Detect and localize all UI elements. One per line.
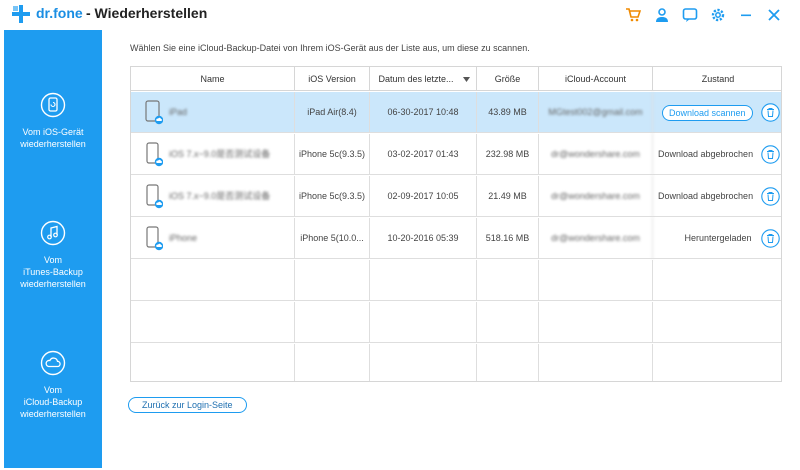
size-cell: 43.89 MB bbox=[477, 92, 539, 133]
cloud-icon bbox=[40, 350, 66, 376]
sidebar-item-label: Vom bbox=[43, 255, 62, 265]
device-name: iPad bbox=[169, 107, 188, 117]
feedback-icon[interactable] bbox=[679, 4, 701, 26]
status-text: Download abgebrochen bbox=[658, 191, 754, 201]
minimize-icon[interactable] bbox=[735, 4, 757, 26]
column-header-ios-version[interactable]: iOS Version bbox=[295, 67, 370, 91]
size-cell: 518.16 MB bbox=[477, 218, 539, 259]
sidebar-item-label: Vom bbox=[43, 385, 62, 395]
trash-icon[interactable] bbox=[761, 229, 780, 248]
backup-table: Name iOS Version Datum des letzte... Grö… bbox=[130, 66, 782, 382]
name-cell: iOS 7.x~9.0是否测试设备 bbox=[131, 176, 295, 217]
device-name: iOS 7.x~9.0是否测试设备 bbox=[169, 191, 271, 201]
account-cell: dr@wondershare.com bbox=[539, 218, 653, 259]
sort-descending-icon bbox=[463, 77, 470, 82]
iphone-device-icon bbox=[146, 226, 163, 251]
date-cell: 02-09-2017 10:05 bbox=[370, 176, 477, 217]
table-row[interactable]: iOS 7.x~9.0是否测试设备 iPhone 5c(9.3.5) 03-02… bbox=[131, 134, 781, 175]
name-cell: iPhone bbox=[131, 218, 295, 259]
ipad-device-icon bbox=[145, 100, 163, 125]
table-header: Name iOS Version Datum des letzte... Grö… bbox=[131, 67, 781, 91]
column-header-date[interactable]: Datum des letzte... bbox=[370, 67, 477, 91]
status-cell: Download abgebrochen bbox=[653, 134, 781, 175]
column-header-date-label: Datum des letzte... bbox=[378, 74, 454, 84]
empty-table-row bbox=[131, 344, 781, 381]
instruction-text: Wählen Sie eine iCloud-Backup-Datei von … bbox=[130, 43, 530, 53]
trash-icon[interactable] bbox=[761, 187, 780, 206]
table-row[interactable]: iPhone iPhone 5(10.0... 10-20-2016 05:39… bbox=[131, 218, 781, 259]
phone-restore-icon bbox=[40, 92, 66, 118]
sidebar-item-ios-device[interactable]: Vom iOS-Gerät wiederherstellen bbox=[4, 92, 102, 150]
sidebar-item-icloud-backup[interactable]: Vom iCloud-Backup wiederherstellen bbox=[0, 336, 102, 456]
size-cell: 232.98 MB bbox=[477, 134, 539, 175]
status-text: Download abgebrochen bbox=[658, 149, 754, 159]
download-scan-button[interactable]: Download scannen bbox=[662, 104, 753, 121]
column-header-name[interactable]: Name bbox=[131, 67, 295, 91]
music-note-icon bbox=[40, 220, 66, 246]
account-cell: MGtest002@gmail.com bbox=[539, 92, 653, 133]
name-cell: iPad bbox=[131, 92, 295, 133]
table-row[interactable]: iOS 7.x~9.0是否测试设备 iPhone 5c(9.3.5) 02-09… bbox=[131, 176, 781, 217]
device-name: iOS 7.x~9.0是否测试设备 bbox=[169, 149, 271, 159]
back-to-login-button[interactable]: Zurück zur Login-Seite bbox=[128, 397, 247, 413]
device-name: iPhone bbox=[169, 233, 198, 243]
sidebar-item-label: Vom iOS-Gerät bbox=[22, 127, 84, 137]
account-cell: dr@wondershare.com bbox=[539, 176, 653, 217]
drfone-logo-icon bbox=[12, 5, 30, 23]
sidebar-item-label: iCloud-Backup bbox=[23, 397, 83, 407]
sidebar-item-label: wiederherstellen bbox=[20, 279, 86, 289]
iphone-device-icon bbox=[146, 142, 163, 167]
sidebar: Vom iOS-Gerät wiederherstellen Vom iTune… bbox=[0, 30, 102, 468]
ios-version-cell: iPad Air(8.4) bbox=[295, 92, 370, 133]
title-bar: dr.fone - Wiederherstellen bbox=[0, 0, 800, 28]
user-icon[interactable] bbox=[651, 4, 673, 26]
status-cell: Download abgebrochen bbox=[653, 176, 781, 217]
ios-version-cell: iPhone 5c(9.3.5) bbox=[295, 176, 370, 217]
sidebar-item-label: wiederherstellen bbox=[20, 139, 86, 149]
table-row[interactable]: iPad iPad Air(8.4) 06-30-2017 10:48 43.8… bbox=[131, 92, 781, 133]
status-cell: Download scannen bbox=[653, 92, 781, 133]
empty-table-row bbox=[131, 260, 781, 301]
ios-version-cell: iPhone 5c(9.3.5) bbox=[295, 134, 370, 175]
empty-table-row bbox=[131, 302, 781, 343]
status-text: Heruntergeladen bbox=[684, 233, 752, 243]
cart-icon[interactable] bbox=[622, 4, 644, 26]
trash-icon[interactable] bbox=[761, 145, 780, 164]
sidebar-item-itunes-backup[interactable]: Vom iTunes-Backup wiederherstellen bbox=[4, 220, 102, 290]
date-cell: 10-20-2016 05:39 bbox=[370, 218, 477, 259]
ios-version-cell: iPhone 5(10.0... bbox=[295, 218, 370, 259]
sidebar-item-label: wiederherstellen bbox=[20, 409, 86, 419]
size-cell: 21.49 MB bbox=[477, 176, 539, 217]
account-cell: dr@wondershare.com bbox=[539, 134, 653, 175]
column-header-icloud-account[interactable]: iCloud-Account bbox=[539, 67, 653, 91]
sidebar-item-label: iTunes-Backup bbox=[23, 267, 83, 277]
column-header-size[interactable]: Größe bbox=[477, 67, 539, 91]
trash-icon[interactable] bbox=[761, 103, 780, 122]
column-header-status[interactable]: Zustand bbox=[653, 67, 781, 91]
brand-name: dr.fone bbox=[36, 5, 83, 21]
window-title: - Wiederherstellen bbox=[86, 5, 208, 21]
status-cell: Heruntergeladen bbox=[653, 218, 781, 259]
date-cell: 06-30-2017 10:48 bbox=[370, 92, 477, 133]
settings-icon[interactable] bbox=[707, 4, 729, 26]
name-cell: iOS 7.x~9.0是否测试设备 bbox=[131, 134, 295, 175]
iphone-device-icon bbox=[146, 184, 163, 209]
close-icon[interactable] bbox=[763, 4, 785, 26]
date-cell: 03-02-2017 01:43 bbox=[370, 134, 477, 175]
